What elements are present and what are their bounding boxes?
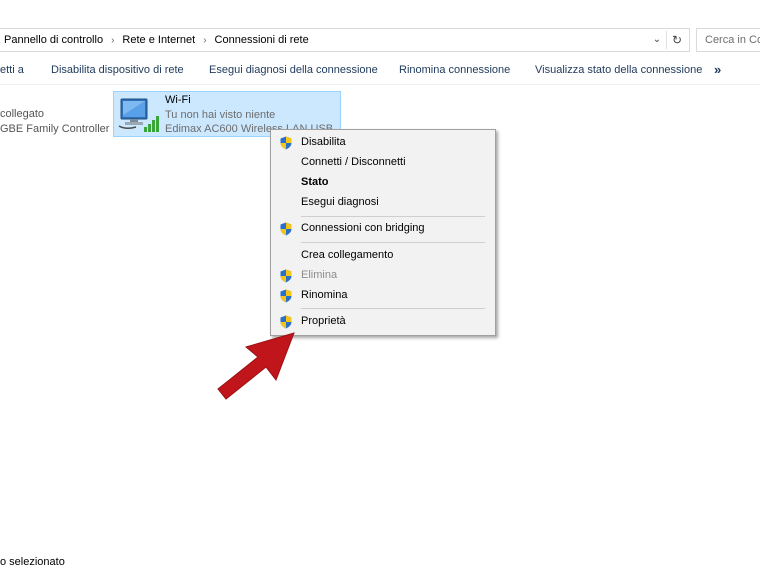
ethernet-adapter: GBE Family Controller — [0, 123, 110, 135]
uac-shield-icon — [280, 269, 292, 283]
uac-shield-icon — [280, 289, 292, 303]
chevron-right-icon[interactable]: › — [203, 35, 206, 46]
menu-item-label: Stato — [301, 176, 329, 188]
menu-item-label: Connessioni con bridging — [301, 222, 425, 234]
ethernet-status: collegato — [0, 108, 45, 120]
wifi-status: Tu non hai visto niente — [165, 109, 276, 121]
breadcrumb: Pannello di controllo › Rete e Internet … — [4, 34, 309, 46]
menu-separator — [301, 308, 485, 309]
address-bar[interactable]: Pannello di controllo › Rete e Internet … — [0, 28, 690, 52]
menu-item-elimina: Elimina — [273, 266, 493, 286]
menu-item-label: Rinomina — [301, 289, 348, 301]
toolbar-rinomina-connessione[interactable]: Rinomina connessione — [399, 64, 510, 76]
menu-item-disabilita[interactable]: Disabilita — [273, 133, 493, 153]
status-bar-text: o selezionato — [0, 556, 65, 568]
menu-item-connessioni-bridging[interactable]: Connessioni con bridging — [273, 219, 493, 239]
wifi-name: Wi-Fi — [165, 94, 191, 106]
menu-separator — [301, 242, 485, 243]
menu-item-label: Elimina — [301, 269, 338, 281]
menu-item-label: Esegui diagnosi — [301, 196, 379, 208]
chevron-right-icon[interactable]: › — [111, 35, 114, 46]
menu-item-connetti-disconnetti[interactable]: Connetti / Disconnetti — [273, 153, 493, 173]
breadcrumb-rete-e-internet[interactable]: Rete e Internet — [122, 34, 195, 46]
uac-shield-icon — [280, 136, 292, 150]
wifi-adapter-icon — [118, 98, 159, 132]
menu-item-rinomina[interactable]: Rinomina — [273, 286, 493, 306]
menu-item-stato[interactable]: Stato — [273, 173, 493, 193]
menu-item-label: Disabilita — [301, 136, 346, 148]
context-menu: Disabilita Connetti / Disconnetti Stato … — [270, 129, 496, 336]
search-placeholder: Cerca in Co — [705, 34, 760, 46]
toolbar-disabilita-dispositivo[interactable]: Disabilita dispositivo di rete — [51, 64, 184, 76]
more-commands-button[interactable]: » — [714, 62, 721, 77]
red-arrow-annotation — [217, 332, 295, 400]
refresh-icon[interactable]: ↻ — [670, 33, 684, 47]
breadcrumb-pannello-di-controllo[interactable]: Pannello di controllo — [4, 34, 103, 46]
search-input[interactable]: Cerca in Co — [696, 28, 760, 52]
toolbar-esegui-diagnosi[interactable]: Esegui diagnosi della connessione — [209, 64, 378, 76]
uac-shield-icon — [280, 222, 292, 236]
toolbar-divider — [0, 84, 760, 85]
menu-item-label: Connetti / Disconnetti — [301, 156, 406, 168]
address-divider — [666, 31, 667, 49]
toolbar-visualizza-stato[interactable]: Visualizza stato della connessione — [535, 64, 702, 76]
toolbar-connetti-a[interactable]: etti a — [0, 64, 24, 76]
breadcrumb-connessioni-di-rete[interactable]: Connessioni di rete — [215, 34, 309, 46]
menu-item-esegui-diagnosi[interactable]: Esegui diagnosi — [273, 193, 493, 213]
menu-item-crea-collegamento[interactable]: Crea collegamento — [273, 246, 493, 266]
menu-item-label: Crea collegamento — [301, 249, 394, 261]
command-toolbar: etti a Disabilita dispositivo di rete Es… — [0, 60, 760, 82]
menu-separator — [301, 216, 485, 217]
chevron-down-icon[interactable]: ⌄ — [651, 33, 663, 47]
